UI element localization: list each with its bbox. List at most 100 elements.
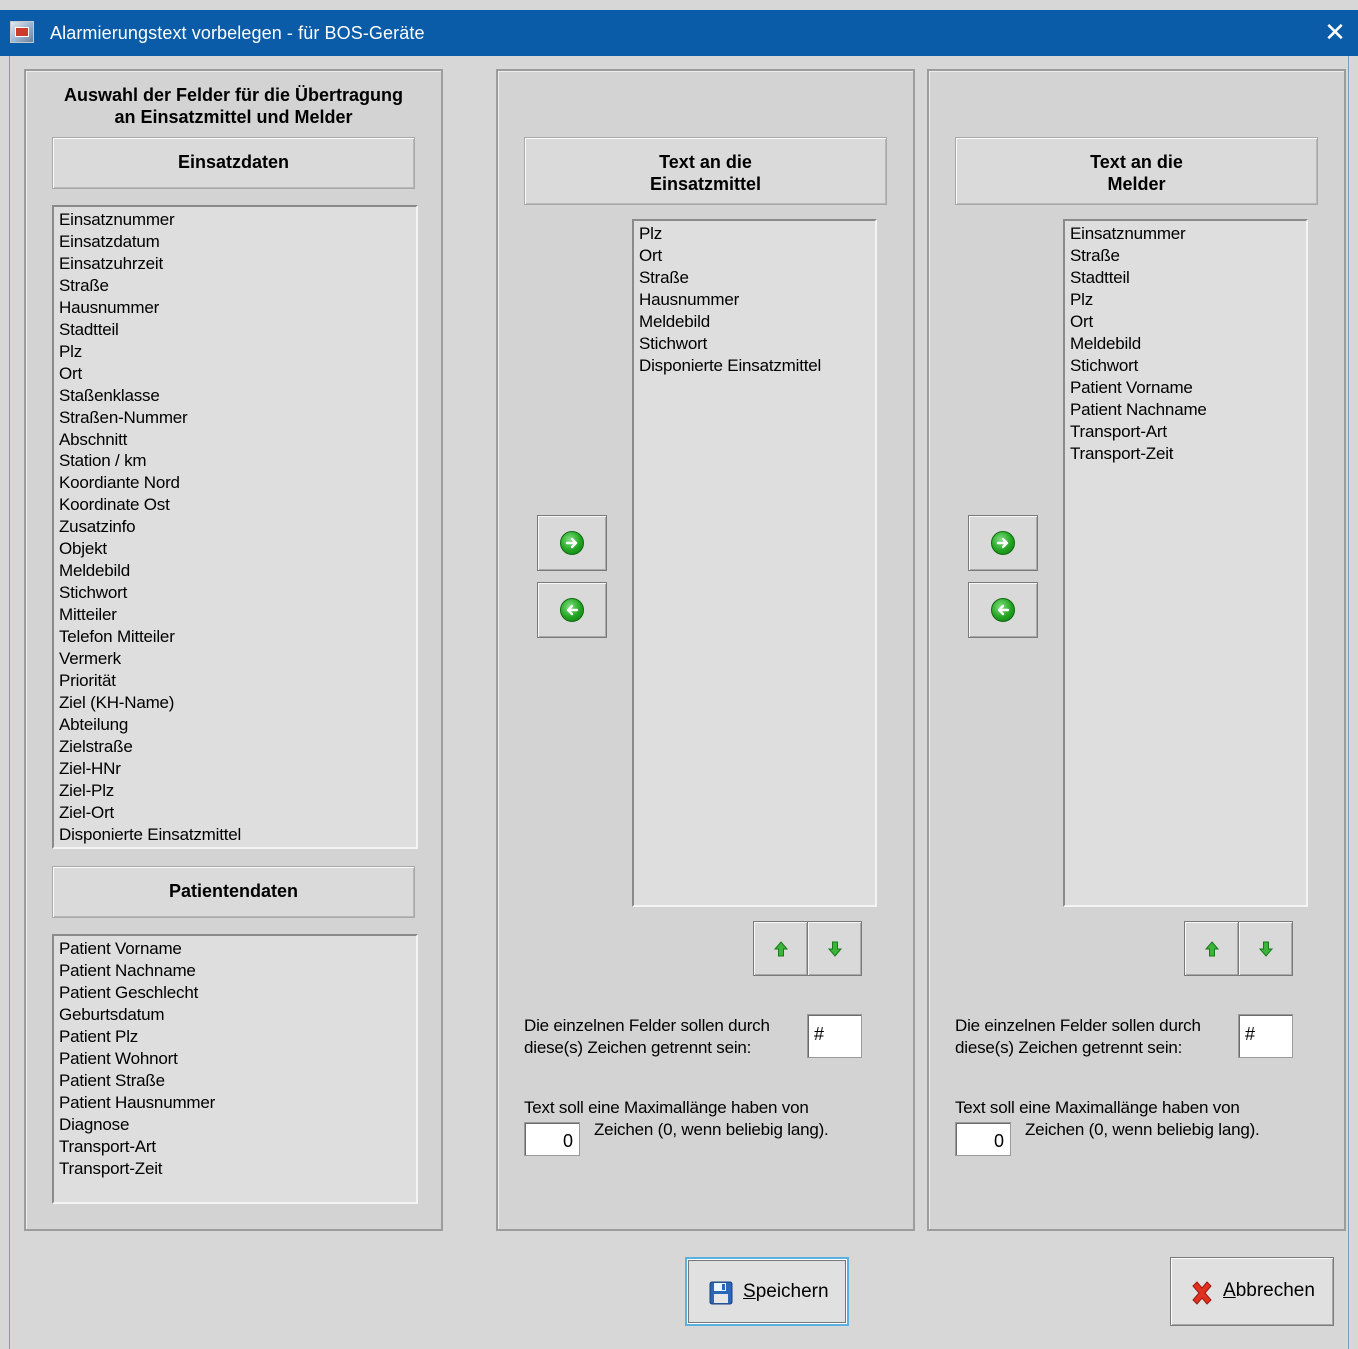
- separator-label-line-2: diese(s) Zeichen getrennt sein:: [955, 1038, 1183, 1057]
- einsatzmittel-panel: Text an die Einsatzmittel Plz Ort Straße Ha…: [496, 69, 915, 1231]
- list-item[interactable]: Ort: [1070, 311, 1306, 333]
- remove-from-melder-button[interactable]: [968, 582, 1038, 638]
- separator-input[interactable]: #: [1238, 1014, 1293, 1058]
- list-item[interactable]: Priorität: [59, 670, 416, 692]
- einsatzmittel-header: Text an die Einsatzmittel: [524, 137, 887, 205]
- melder-panel: Text an die Melder Einsatznummer Straße St…: [927, 69, 1346, 1231]
- list-item[interactable]: Patient Plz: [59, 1026, 416, 1048]
- window-border: [1348, 56, 1349, 1349]
- list-item[interactable]: Straßen-Nummer: [59, 407, 416, 429]
- list-item[interactable]: Stadtteil: [1070, 267, 1306, 289]
- list-item[interactable]: Geburtsdatum: [59, 1004, 416, 1026]
- maxlen-label-line-2: Zeichen (0, wenn beliebig lang).: [594, 1120, 829, 1139]
- list-item[interactable]: Transport-Zeit: [1070, 443, 1306, 465]
- cancel-button[interactable]: Abbrechen: [1170, 1257, 1334, 1326]
- list-item[interactable]: Einsatznummer: [1070, 223, 1306, 245]
- heading-line-2: an Einsatzmittel und Melder: [114, 107, 353, 127]
- list-item[interactable]: Koordinate Ost: [59, 494, 416, 516]
- list-item[interactable]: Patient Vorname: [1070, 377, 1306, 399]
- maxlen-label-line-1: Text soll eine Maximallänge haben von: [524, 1098, 809, 1117]
- list-item[interactable]: Meldebild: [639, 311, 875, 333]
- list-item[interactable]: Stadtteil: [59, 319, 416, 341]
- list-item[interactable]: Transport-Zeit: [59, 1158, 416, 1180]
- list-item[interactable]: Patient Geschlecht: [59, 982, 416, 1004]
- heading-line-1: Auswahl der Felder für die Übertragung: [63, 85, 404, 105]
- move-up-melder-button[interactable]: [1184, 921, 1239, 976]
- list-item[interactable]: Straße: [59, 275, 416, 297]
- field-selection-panel: Auswahl der Felder für die Übertragung a…: [24, 69, 443, 1231]
- list-item[interactable]: Disponierte Einsatzmittel: [639, 355, 875, 377]
- list-item[interactable]: Patient Nachname: [59, 960, 416, 982]
- arrow-up-green-icon: [773, 940, 788, 956]
- arrow-down-green-icon: [1258, 941, 1273, 957]
- list-item[interactable]: Ziel-Ort: [59, 802, 416, 824]
- move-down-melder-button[interactable]: [1238, 921, 1293, 976]
- list-item[interactable]: Straße: [639, 267, 875, 289]
- cancel-button-label: Abbrechen: [1223, 1280, 1315, 1301]
- list-item[interactable]: Ziel (KH-Name): [59, 692, 416, 714]
- einsatzdaten-listbox[interactable]: Einsatznummer Einsatzdatum Einsatzuhrzeit S…: [52, 205, 418, 849]
- patientendaten-listbox[interactable]: Patient Vorname Patient Nachname Patient G…: [52, 934, 418, 1204]
- move-down-einsatzmittel-button[interactable]: [807, 921, 862, 976]
- melder-listbox[interactable]: Einsatznummer Straße Stadtteil Plz Ort Meldeb…: [1063, 219, 1308, 907]
- list-item[interactable]: Einsatzdatum: [59, 231, 416, 253]
- window-border: [9, 56, 10, 1349]
- list-item[interactable]: Disponierte Einsatzmittel: [59, 824, 416, 846]
- arrow-left-green-icon: [560, 598, 584, 622]
- list-item[interactable]: Stichwort: [1070, 355, 1306, 377]
- title-bar: Alarmierungstext vorbelegen - für BOS-Ge…: [0, 10, 1358, 56]
- list-item[interactable]: Diagnose: [59, 1114, 416, 1136]
- remove-from-einsatzmittel-button[interactable]: [537, 582, 607, 638]
- red-x-icon: [1192, 1281, 1212, 1305]
- list-item[interactable]: Hausnummer: [59, 297, 416, 319]
- list-item[interactable]: Stichwort: [59, 582, 416, 604]
- list-item[interactable]: Einsatznummer: [59, 209, 416, 231]
- maxlen-input[interactable]: 0: [524, 1122, 580, 1156]
- list-item[interactable]: Hausnummer: [639, 289, 875, 311]
- list-item[interactable]: Koordiante Nord: [59, 472, 416, 494]
- separator-label: Die einzelnen Felder sollen durch diese(…: [524, 1015, 804, 1059]
- list-item[interactable]: Abschnitt: [59, 429, 416, 451]
- list-item[interactable]: Abteilung: [59, 714, 416, 736]
- list-item[interactable]: Zielstraße: [59, 736, 416, 758]
- list-item[interactable]: Station / km: [59, 450, 416, 472]
- melder-header-line-2: Melder: [1107, 174, 1166, 194]
- list-item[interactable]: Stichwort: [639, 333, 875, 355]
- list-item[interactable]: Objekt: [59, 538, 416, 560]
- list-item[interactable]: Meldebild: [59, 560, 416, 582]
- list-item[interactable]: Mitteiler: [59, 604, 416, 626]
- list-item[interactable]: Ort: [639, 245, 875, 267]
- list-item[interactable]: Patient Straße: [59, 1070, 416, 1092]
- list-item[interactable]: Patient Nachname: [1070, 399, 1306, 421]
- list-item[interactable]: Ort: [59, 363, 416, 385]
- list-item[interactable]: Patient Vorname: [59, 938, 416, 960]
- list-item[interactable]: Vermerk: [59, 648, 416, 670]
- list-item[interactable]: Plz: [59, 341, 416, 363]
- add-to-einsatzmittel-button[interactable]: [537, 515, 607, 571]
- list-item[interactable]: Ziel-Plz: [59, 780, 416, 802]
- list-item[interactable]: Patient Hausnummer: [59, 1092, 416, 1114]
- add-to-melder-button[interactable]: [968, 515, 1038, 571]
- einsatzmittel-listbox[interactable]: Plz Ort Straße Hausnummer Meldebild Stichwort…: [632, 219, 877, 907]
- list-item[interactable]: Straße: [1070, 245, 1306, 267]
- separator-input[interactable]: #: [807, 1014, 862, 1058]
- list-item[interactable]: Einsatzuhrzeit: [59, 253, 416, 275]
- maxlen-input[interactable]: 0: [955, 1122, 1011, 1156]
- list-item[interactable]: Staßenklasse: [59, 385, 416, 407]
- list-item[interactable]: Plz: [1070, 289, 1306, 311]
- close-icon[interactable]: ✕: [1320, 16, 1350, 48]
- patientendaten-header-label: Patientendaten: [168, 881, 299, 901]
- save-button-label: Speichern: [743, 1281, 829, 1302]
- list-item[interactable]: Transport-Art: [1070, 421, 1306, 443]
- list-item[interactable]: Plz: [639, 223, 875, 245]
- list-item[interactable]: Transport-Art: [59, 1136, 416, 1158]
- list-item[interactable]: Meldebild: [1070, 333, 1306, 355]
- list-item[interactable]: Patient Wohnort: [59, 1048, 416, 1070]
- separator-label-line-2: diese(s) Zeichen getrennt sein:: [524, 1038, 752, 1057]
- move-up-einsatzmittel-button[interactable]: [753, 921, 808, 976]
- list-item[interactable]: Zusatzinfo: [59, 516, 416, 538]
- maxlen-label-line-2: Zeichen (0, wenn beliebig lang).: [1025, 1120, 1260, 1139]
- list-item[interactable]: Ziel-HNr: [59, 758, 416, 780]
- save-button[interactable]: Speichern: [685, 1257, 849, 1326]
- list-item[interactable]: Telefon Mitteiler: [59, 626, 416, 648]
